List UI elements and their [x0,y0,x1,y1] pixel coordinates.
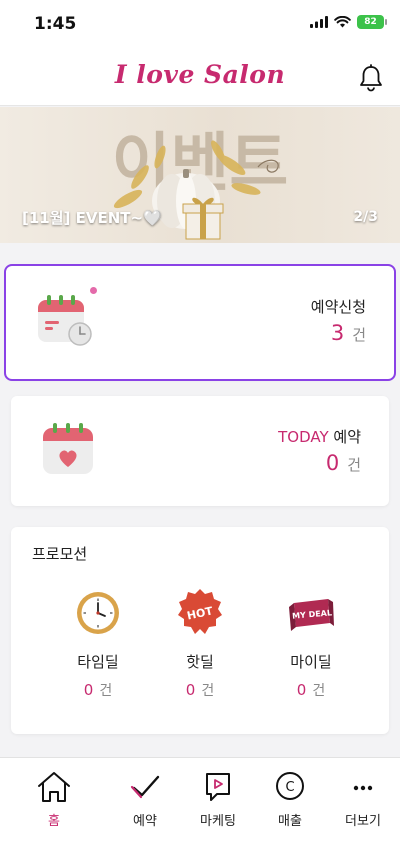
app-title: I love Salon [114,60,286,89]
promo-mydeal-count-value: 0 [296,681,307,699]
today-count-unit: 건 [347,456,361,474]
calendar-heart-icon [43,423,93,474]
tab-home-label: 홈 [48,814,60,829]
my-deal-icon: MY DEAL [289,599,334,631]
status-time: 1:45 [34,14,77,34]
coin-c-text: C [285,780,294,795]
promotion-card: 프로모션 타임딜 0 건 HOT 핫딜 0 건 MY DEAL 마이딜 0 건 [11,527,389,734]
tab-more-label: 더보기 [345,814,381,829]
tab-more[interactable]: 더보기 [326,770,400,829]
coin-c-icon: C [276,772,304,800]
reservation-count-unit: 건 [352,326,366,344]
reservation-request-card[interactable]: 예약신청 3 건 [4,264,396,381]
promo-hotdeal[interactable]: HOT 핫딜 0 건 [150,587,250,700]
today-count-value: 0 [325,451,340,475]
today-label-text: 예약 [328,428,361,446]
tab-sales[interactable]: C 매출 [253,770,327,829]
promo-hotdeal-count: 0 건 [150,680,250,700]
today-reservation-label: TODAY 예약 [278,426,361,447]
signal-icon [310,16,328,28]
promo-hotdeal-count-unit: 건 [201,683,215,699]
clock-icon [77,592,119,634]
banner-caption: [11월] EVENT~🤍 [22,209,162,227]
promo-timedeal-count: 0 건 [48,680,148,700]
reservation-count-value: 3 [330,321,345,345]
tab-sales-label: 매출 [278,814,302,829]
status-bar: 1:45 82 [0,0,400,48]
banner-page-indicator: 2/3 [353,209,378,225]
today-reservation-card[interactable]: TODAY 예약 0 건 [11,396,389,506]
bottom-tab-bar: 홈 예약 마케팅 C 매출 더보기 [0,757,400,841]
reservation-request-count: 3 건 [331,321,366,345]
promo-hotdeal-count-value: 0 [185,681,196,699]
check-icon [130,775,160,799]
today-reservation-count: 0 건 [326,451,361,475]
tab-marketing-label: 마케팅 [200,814,236,829]
reservation-request-label: 예약신청 [310,298,366,316]
tab-reservation-label: 예약 [133,814,157,829]
promo-timedeal-count-unit: 건 [99,683,113,699]
promo-mydeal-count: 0 건 [261,680,361,700]
today-accent: TODAY [278,428,329,446]
app-header: I love Salon [0,48,400,106]
status-icons: 82 [310,15,387,29]
promo-mydeal-label: 마이딜 [290,653,332,671]
promo-timedeal-count-value: 0 [83,681,94,699]
calendar-clock-icon [38,295,92,346]
bell-icon[interactable] [358,64,384,92]
new-indicator-dot [90,287,97,294]
promo-mydeal-count-unit: 건 [312,683,326,699]
tab-home[interactable]: 홈 [17,770,91,829]
promo-timedeal[interactable]: 타임딜 0 건 [48,587,148,700]
home-icon [38,772,70,802]
battery-icon: 82 [357,15,387,29]
event-banner[interactable]: 이벤트 [11월] EVENT~🤍 2/3 [0,107,400,243]
promo-mydeal[interactable]: MY DEAL 마이딜 0 건 [261,587,361,700]
promo-timedeal-label: 타임딜 [77,653,119,671]
promo-hotdeal-label: 핫딜 [186,653,214,671]
marketing-play-icon [206,773,230,801]
more-dots-icon [353,785,373,791]
tab-reservation[interactable]: 예약 [108,770,182,829]
wifi-icon [334,16,351,28]
promotion-title: 프로모션 [32,545,88,563]
tab-marketing[interactable]: 마케팅 [181,770,255,829]
hot-badge-icon: HOT [178,589,222,634]
